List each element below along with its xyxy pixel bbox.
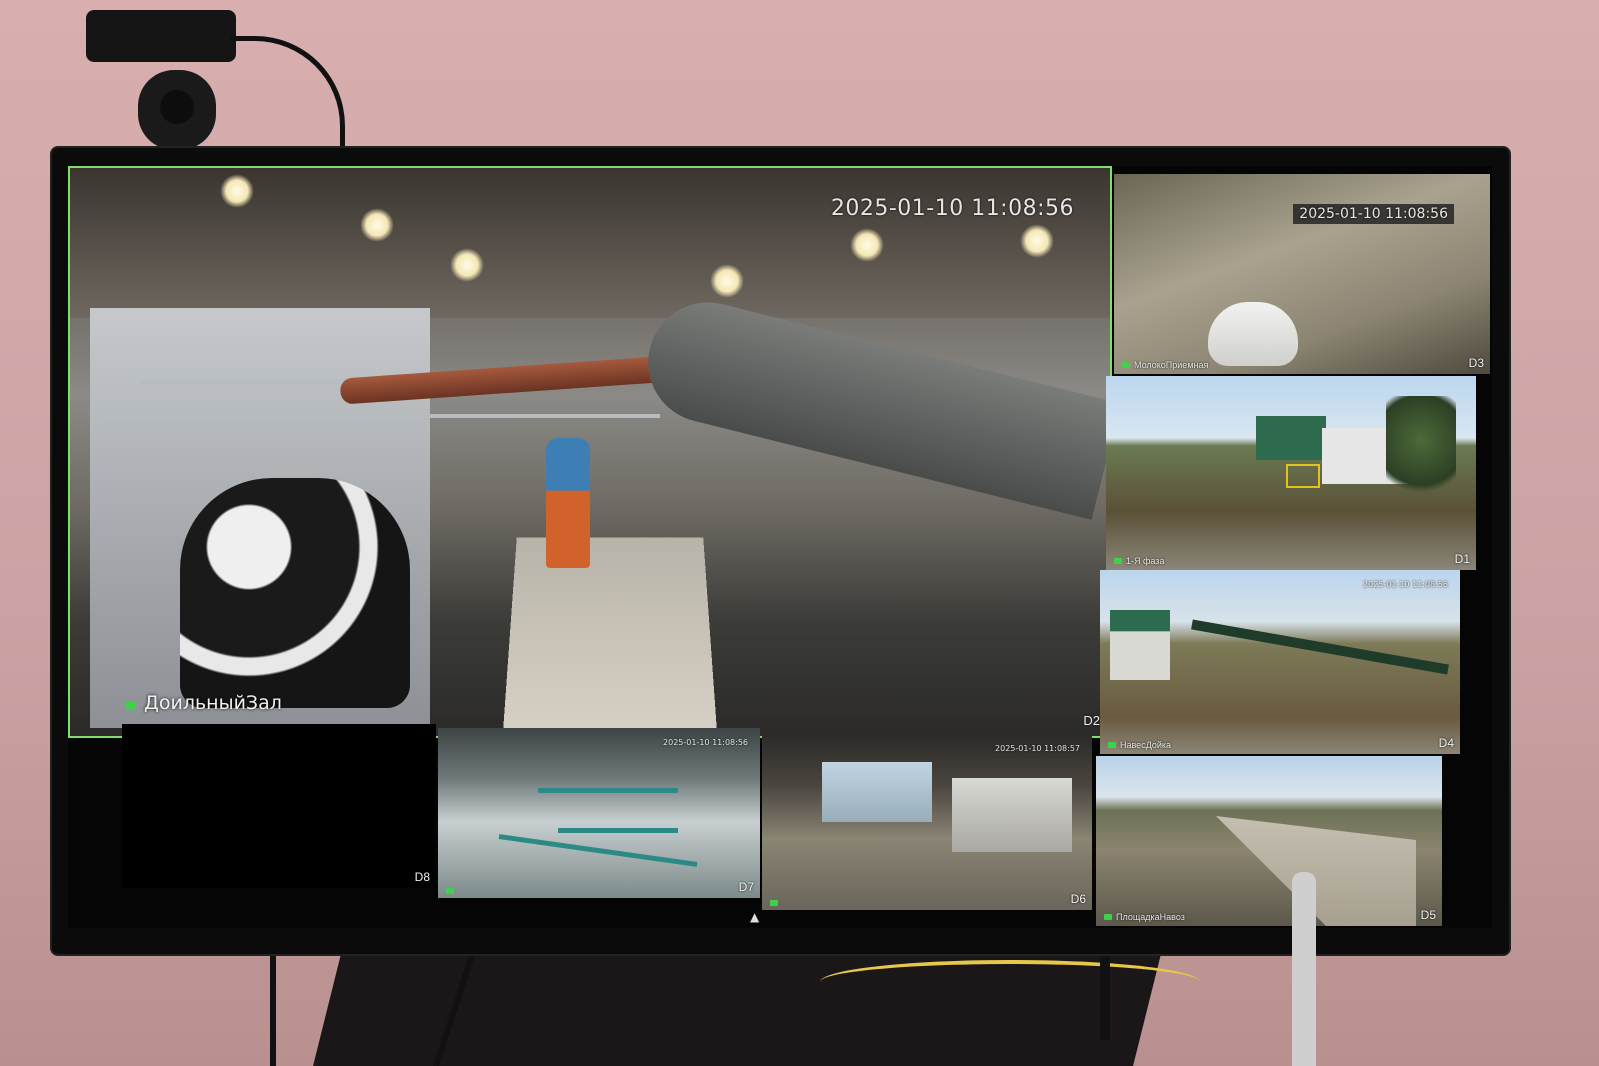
recording-icon xyxy=(1114,558,1122,564)
scene-grey-pipe xyxy=(635,289,1110,520)
recording-icon xyxy=(1104,914,1112,920)
camera-tile-d6[interactable]: 2025-01-10 11:08:57 D6 xyxy=(762,732,1092,910)
camera-tile-d7[interactable]: 2025-01-10 11:08:56 D7 xyxy=(438,728,760,898)
scene-barn xyxy=(1110,610,1170,680)
scene-rail xyxy=(100,414,660,418)
camera-name: МолокоПриемная xyxy=(1134,360,1209,370)
scene-pipe xyxy=(558,828,678,833)
osd-timestamp: 2025-01-10 11:08:56 xyxy=(830,196,1074,221)
channel-id: D7 xyxy=(738,880,754,894)
camera-name: ДоильныйЗал xyxy=(144,692,282,714)
scene-rail xyxy=(140,380,340,384)
camera-tile-d4[interactable]: 2025-01-10 11:08:56 НавесДойка D4 xyxy=(1100,570,1460,754)
camera-name-row: 1-Я фаза xyxy=(1114,556,1164,566)
osd-timestamp: 2025-01-10 11:08:56 xyxy=(1293,204,1454,224)
camera-name: НавесДойка xyxy=(1120,740,1172,750)
scene-feeding-line xyxy=(1191,619,1449,675)
recording-icon xyxy=(770,900,778,906)
channel-id: D1 xyxy=(1454,552,1470,566)
ceiling-light xyxy=(1020,224,1054,258)
channel-id: D4 xyxy=(1438,736,1454,750)
scene-tree xyxy=(1386,396,1456,506)
camera-tile-d2[interactable]: 2025-01-10 11:08:56 ДоильныйЗал D2 xyxy=(68,166,1112,738)
channel-id: D2 xyxy=(1083,713,1100,728)
channel-id: D3 xyxy=(1468,356,1484,370)
osd-timestamp: 2025-01-10 11:08:56 xyxy=(1363,580,1448,589)
recording-icon xyxy=(1122,362,1130,368)
wall-socket xyxy=(138,70,216,150)
ceiling-light xyxy=(360,208,394,242)
scene-cow xyxy=(180,478,410,708)
camera-tile-d3[interactable]: 2025-01-10 11:08:56 МолокоПриемная D3 xyxy=(1114,174,1490,374)
camera-name-row xyxy=(446,888,454,894)
camera-name-row xyxy=(770,900,778,906)
camera-tile-d8[interactable]: D8 xyxy=(122,724,436,888)
camera-tile-d5[interactable]: ПлощадкаНавоз D5 xyxy=(1096,756,1442,926)
ceiling-light xyxy=(710,264,744,298)
scene-worker xyxy=(546,438,590,568)
scene-doorway xyxy=(822,762,932,822)
recording-icon xyxy=(446,888,454,894)
scene-floor xyxy=(502,537,718,736)
channel-id: D6 xyxy=(1070,892,1086,906)
camera-name-row: ПлощадкаНавоз xyxy=(1104,912,1185,922)
scene-building xyxy=(952,778,1072,852)
recording-icon xyxy=(1108,742,1116,748)
motion-detection-box xyxy=(1286,464,1320,488)
nvr-screen: 2025-01-10 11:08:56 ДоильныйЗал D2 2025-… xyxy=(68,166,1492,928)
monitor-logo-icon: ▲ xyxy=(750,910,760,924)
router-antenna xyxy=(1292,872,1316,1066)
camera-name: ПлощадкаНавоз xyxy=(1116,912,1185,922)
channel-id: D5 xyxy=(1420,908,1436,922)
camera-name-row: НавесДойка xyxy=(1108,740,1171,750)
ceiling-light xyxy=(220,174,254,208)
camera-tile-d1[interactable]: 1-Я фаза D1 xyxy=(1106,376,1476,570)
osd-timestamp: 2025-01-10 11:08:56 xyxy=(663,738,748,747)
scene-road xyxy=(1216,816,1416,926)
ceiling-light xyxy=(850,228,884,262)
ceiling-light xyxy=(450,248,484,282)
camera-name: 1-Я фаза xyxy=(1126,556,1165,566)
camera-name-row: МолокоПриемная xyxy=(1122,360,1208,370)
channel-id: D8 xyxy=(414,870,430,884)
network-cable xyxy=(820,960,1200,1004)
recording-icon xyxy=(126,702,136,710)
scene-shed xyxy=(1256,416,1326,460)
wall-camera-device xyxy=(86,10,236,62)
scene-pipe xyxy=(498,834,698,867)
osd-timestamp: 2025-01-10 11:08:57 xyxy=(995,744,1080,753)
scene-pipe xyxy=(538,788,678,793)
scene-bucket xyxy=(1208,302,1298,366)
